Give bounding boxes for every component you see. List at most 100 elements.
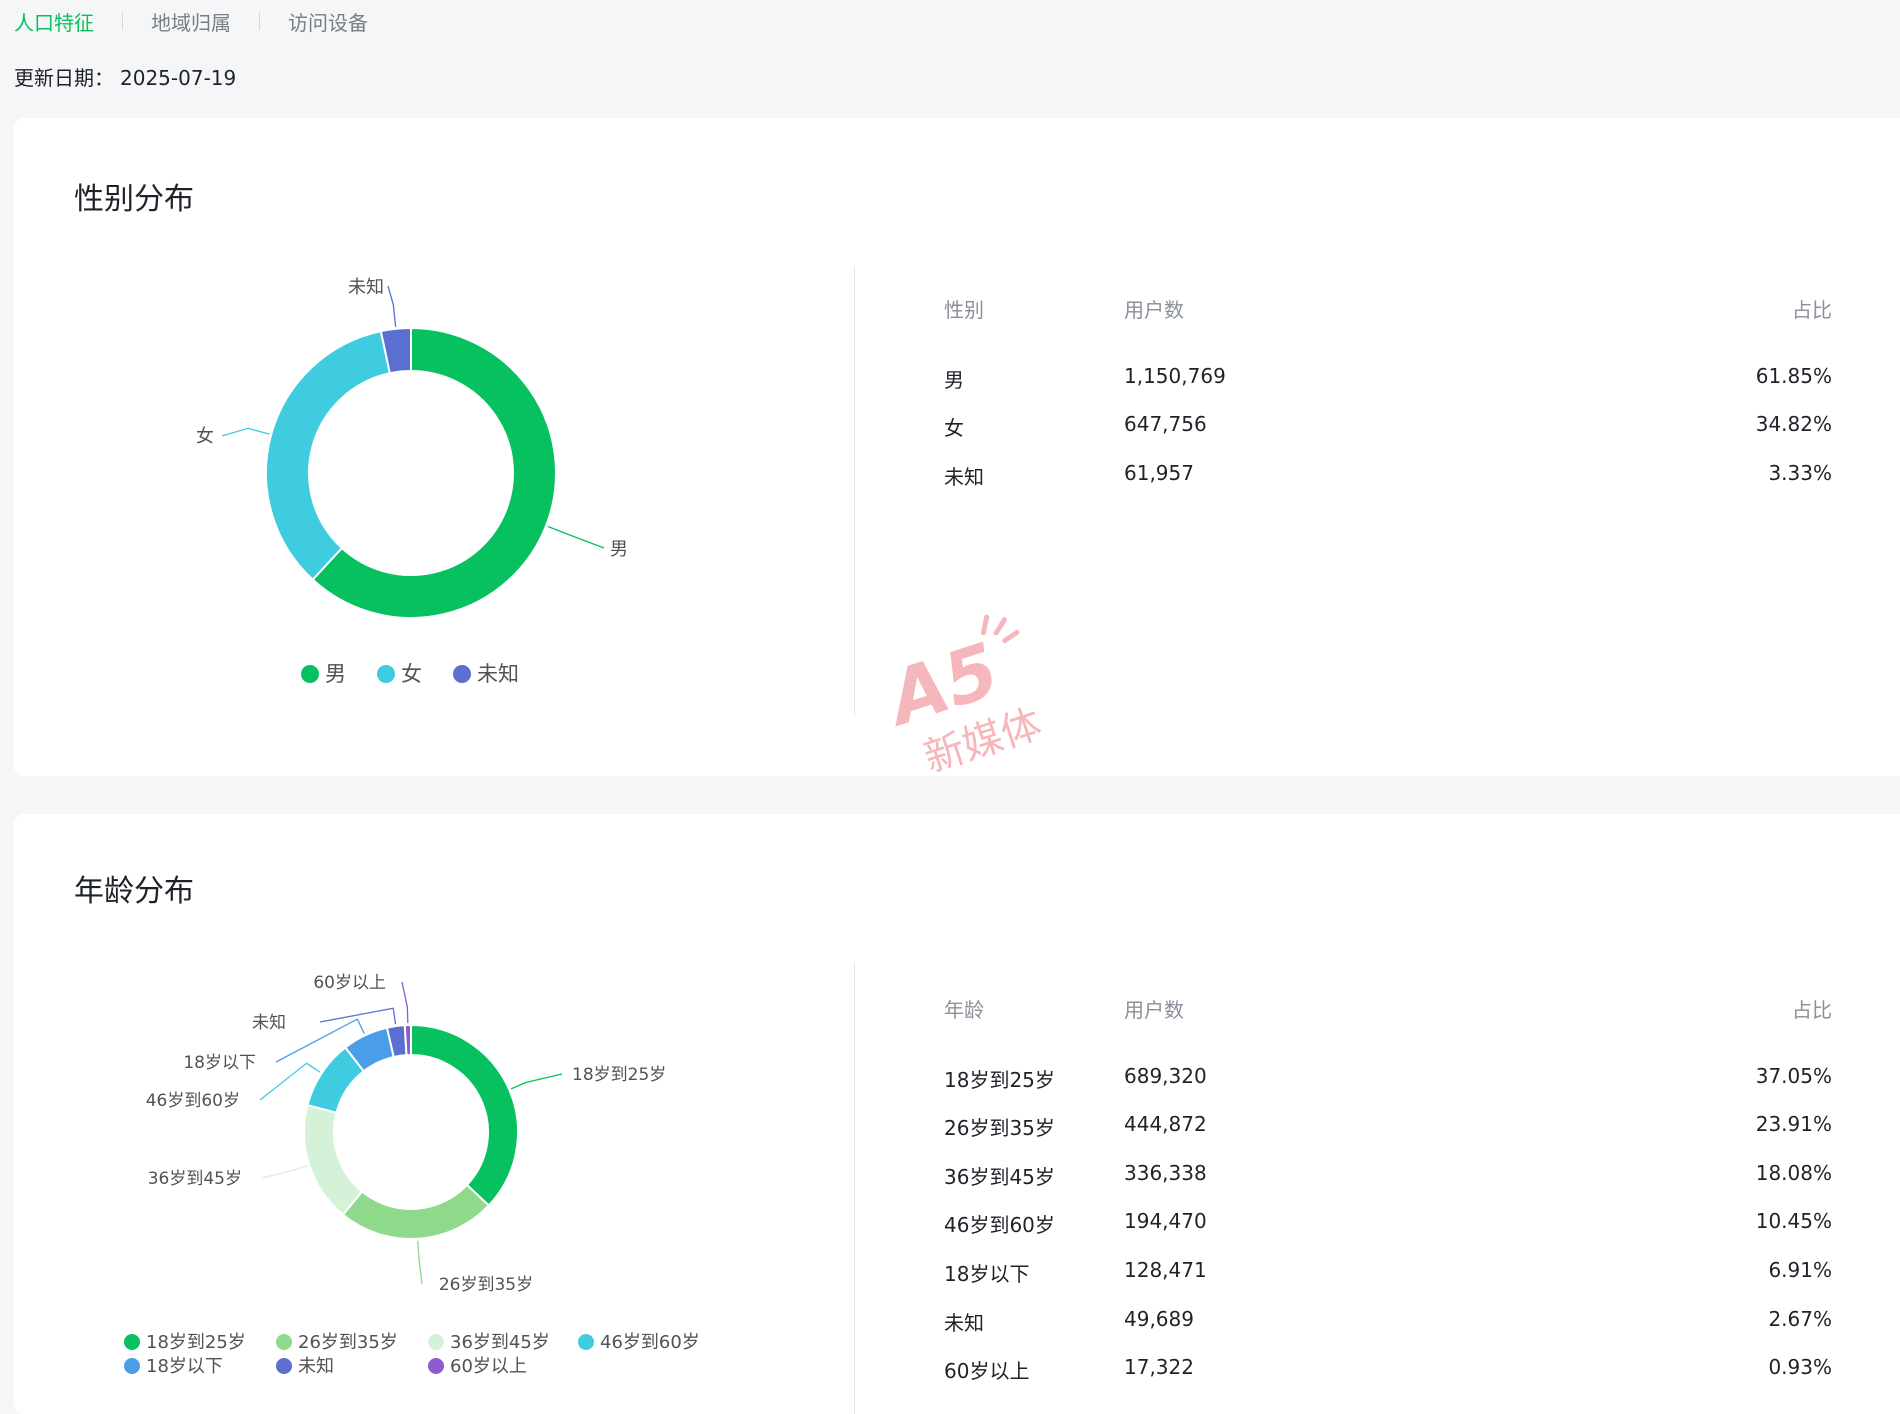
row-label: 46岁到60岁 [944,1213,1055,1237]
donut-slice [341,1183,491,1240]
gender-col-pct: 占比 [1792,298,1832,322]
table-row: 未知 49,689 2.67% [944,1307,1832,1337]
row-users: 1,150,769 [1124,364,1226,388]
slice-label: 18岁到25岁 [572,1065,666,1085]
row-label: 女 [944,416,964,440]
slice-label: 未知 [348,277,384,298]
legend-dot [453,665,471,683]
legend-label: 26岁到35岁 [298,1332,398,1353]
legend-label: 18岁以下 [146,1356,223,1377]
leader-line [547,525,605,549]
age-col-users: 用户数 [1124,998,1184,1022]
legend-label: 60岁以上 [450,1356,527,1377]
leader-line [401,981,409,1024]
gender-donut-chart: 男女未知男女未知 [196,277,628,686]
row-pct: 0.93% [1768,1355,1832,1379]
donut-slice [410,1023,519,1207]
tab-device[interactable]: 访问设备 [288,7,368,36]
update-date: 更新日期： 2025-07-19 [14,62,236,91]
table-row: 26岁到35岁 444,872 23.91% [944,1112,1832,1142]
row-pct: 18.08% [1755,1161,1832,1185]
legend-dot [428,1358,444,1374]
row-label: 60岁以上 [944,1359,1030,1383]
table-row: 女 647,756 34.82% [944,412,1832,442]
slice-label: 女 [196,426,214,447]
row-label: 未知 [944,1311,984,1335]
leader-line [510,1073,563,1090]
row-pct: 37.05% [1755,1064,1832,1088]
legend-label: 未知 [477,662,519,686]
gender-divider [854,266,855,716]
table-row: 未知 61,957 3.33% [944,461,1832,491]
row-label: 18岁以下 [944,1262,1030,1286]
legend-dot [428,1334,444,1350]
row-label: 26岁到35岁 [944,1116,1055,1140]
legend-dot [124,1334,140,1350]
table-row: 男 1,150,769 61.85% [944,364,1832,394]
table-row: 18岁以下 128,471 6.91% [944,1258,1832,1288]
row-label: 男 [944,368,964,392]
leader-line [417,1240,423,1285]
donut-slice [265,329,391,582]
age-col-pct: 占比 [1792,998,1832,1022]
tab-demographics[interactable]: 人口特征 [14,7,94,36]
slice-label: 36岁到45岁 [148,1169,242,1189]
row-pct: 34.82% [1755,412,1832,436]
legend-label: 未知 [298,1356,334,1377]
leader-line [221,427,270,437]
slice-label: 18岁以下 [183,1053,256,1073]
donut-slice [303,1103,364,1217]
update-label: 更新日期： [14,66,114,90]
age-table-header: 年龄 用户数 占比 [944,994,1832,1024]
age-col-label: 年龄 [944,998,984,1022]
row-pct: 10.45% [1755,1209,1832,1233]
row-pct: 6.91% [1768,1258,1832,1282]
slice-label: 26岁到35岁 [439,1275,533,1295]
row-pct: 61.85% [1755,364,1832,388]
table-row: 46岁到60岁 194,470 10.45% [944,1209,1832,1239]
gender-table-header: 性别 用户数 占比 [944,294,1832,324]
row-label: 36岁到45岁 [944,1165,1055,1189]
row-pct: 3.33% [1768,461,1832,485]
gender-card: 性别分布 男女未知男女未知 性别 用户数 占比 男 1,150,769 61.8… [14,118,1900,776]
table-row: 36岁到45岁 336,338 18.08% [944,1161,1832,1191]
row-users: 61,957 [1124,461,1194,485]
table-row: 60岁以上 17,322 0.93% [944,1355,1832,1385]
legend-dot [578,1334,594,1350]
row-label: 未知 [944,465,984,489]
legend-label: 男 [325,662,346,686]
age-divider [854,962,855,1414]
tab-separator [122,12,123,30]
row-label: 18岁到25岁 [944,1068,1055,1092]
leader-line [261,1165,308,1179]
row-users: 17,322 [1124,1355,1194,1379]
legend-dot [124,1358,140,1374]
legend-dot [377,665,395,683]
legend-label: 46岁到60岁 [600,1332,700,1353]
donut-slice [403,1023,412,1057]
leader-line [319,1007,397,1025]
tab-region[interactable]: 地域归属 [151,7,231,36]
legend-label: 女 [401,662,422,686]
row-users: 444,872 [1124,1112,1207,1136]
table-row: 18岁到25岁 689,320 37.05% [944,1064,1832,1094]
slice-label: 46岁到60岁 [146,1091,240,1111]
tab-bar: 人口特征 地域归属 访问设备 [14,6,368,36]
gender-col-users: 用户数 [1124,298,1184,322]
row-users: 336,338 [1124,1161,1207,1185]
tab-separator [259,12,260,30]
legend-dot [276,1358,292,1374]
leader-line [387,285,397,327]
row-users: 128,471 [1124,1258,1207,1282]
gender-col-label: 性别 [944,298,984,322]
row-users: 689,320 [1124,1064,1207,1088]
row-users: 49,689 [1124,1307,1194,1331]
row-pct: 2.67% [1768,1307,1832,1331]
legend-label: 18岁到25岁 [146,1332,246,1353]
legend-dot [301,665,319,683]
update-date-value: 2025-07-19 [120,66,237,90]
row-pct: 23.91% [1755,1112,1832,1136]
row-users: 647,756 [1124,412,1207,436]
age-donut-chart: 18岁到25岁26岁到35岁36岁到45岁46岁到60岁18岁以下未知60岁以上… [124,973,700,1377]
legend-label: 36岁到45岁 [450,1332,550,1353]
